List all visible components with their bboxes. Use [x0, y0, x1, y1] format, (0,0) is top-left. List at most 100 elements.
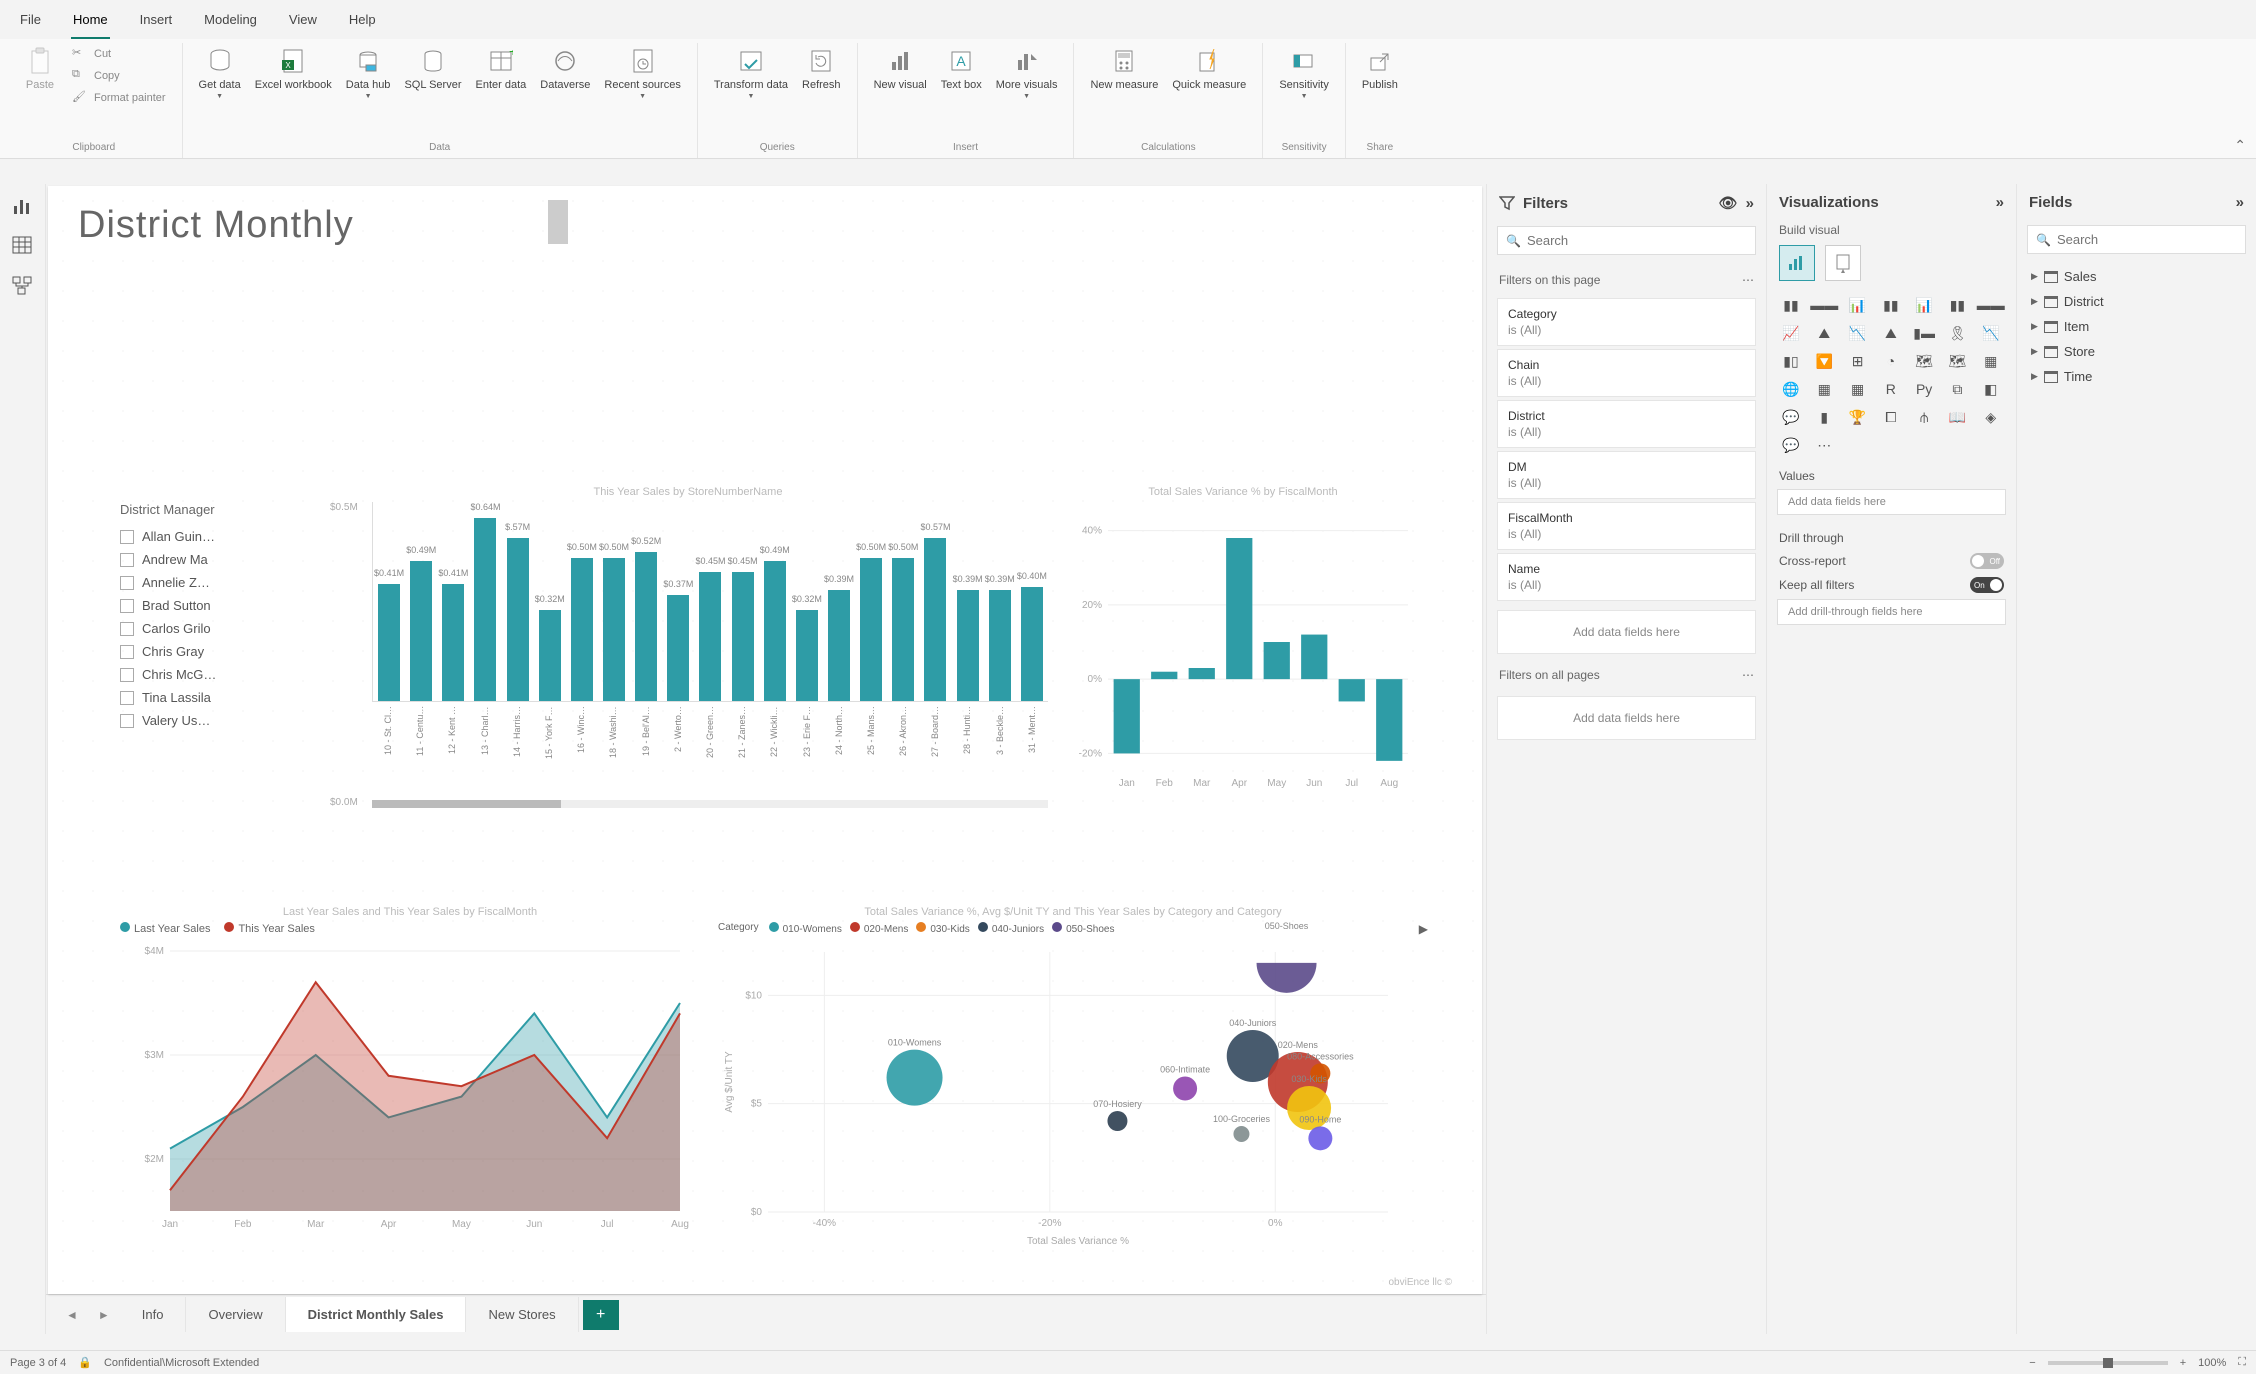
new-measure-button[interactable]: New measure: [1084, 43, 1164, 95]
visual-type-icon[interactable]: 📉: [1844, 321, 1872, 345]
bar[interactable]: $0.45M: [732, 572, 754, 701]
bar[interactable]: [1226, 538, 1252, 679]
visual-type-icon[interactable]: R: [1877, 377, 1905, 401]
field-table[interactable]: ▶District: [2017, 289, 2256, 314]
filter-card[interactable]: FiscalMonthis (All): [1497, 502, 1756, 550]
bar[interactable]: $0.49M: [764, 561, 786, 701]
menu-insert[interactable]: Insert: [138, 6, 175, 39]
zoom-out-button[interactable]: −: [2029, 1357, 2035, 1369]
bar[interactable]: $0.39M: [957, 590, 979, 701]
scatter-point[interactable]: [1107, 1111, 1127, 1131]
drill-field-drop[interactable]: Add drill-through fields here: [1777, 599, 2006, 625]
visual-type-icon[interactable]: 📖: [1943, 405, 1971, 429]
bar[interactable]: $0.41M: [378, 584, 400, 701]
build-visual-tab[interactable]: [1779, 245, 1815, 281]
sensitivity-button[interactable]: Sensitivity▼: [1273, 43, 1335, 104]
field-table[interactable]: ▶Sales: [2017, 264, 2256, 289]
slicer-item[interactable]: Andrew Ma: [120, 548, 300, 571]
visual-type-icon[interactable]: ◈: [1977, 405, 2005, 429]
copy-button[interactable]: ⧉Copy: [66, 65, 172, 87]
collapse-fields-icon[interactable]: »: [2236, 194, 2244, 211]
visual-type-icon[interactable]: 📈: [1777, 321, 1805, 345]
fit-page-button[interactable]: ⛶: [2238, 1356, 2246, 1369]
report-canvas[interactable]: District Monthly District Manager Allan …: [48, 186, 1482, 1294]
fields-search[interactable]: 🔍: [2027, 225, 2246, 254]
visual-type-icon[interactable]: ⛰: [1810, 321, 1838, 345]
visual-type-icon[interactable]: ⋯: [1810, 433, 1838, 457]
paste-button[interactable]: Paste: [16, 43, 64, 95]
bar[interactable]: $0.37M: [667, 595, 689, 701]
bar[interactable]: [1376, 679, 1402, 761]
bar[interactable]: $0.50M: [892, 558, 914, 701]
bar[interactable]: [1264, 642, 1290, 679]
filters-all-more-icon[interactable]: ⋯: [1742, 668, 1754, 682]
zoom-slider[interactable]: [2048, 1361, 2168, 1365]
data-view-icon[interactable]: [12, 236, 34, 258]
visual-type-icon[interactable]: 🗺: [1910, 349, 1938, 373]
tab-overview[interactable]: Overview: [186, 1297, 285, 1332]
scatter-point[interactable]: [1173, 1077, 1197, 1101]
tab-district-monthly[interactable]: District Monthly Sales: [286, 1297, 467, 1332]
visual-type-icon[interactable]: 💬: [1777, 433, 1805, 457]
visual-type-icon[interactable]: 📊: [1844, 293, 1872, 317]
report-view-icon[interactable]: [12, 196, 34, 218]
visual-type-icon[interactable]: ▦: [1810, 377, 1838, 401]
collapse-viz-icon[interactable]: »: [1996, 194, 2004, 211]
bar[interactable]: [1301, 635, 1327, 680]
format-visual-tab[interactable]: [1825, 245, 1861, 281]
keep-filters-toggle[interactable]: On: [1970, 577, 2004, 593]
filter-card[interactable]: Chainis (All): [1497, 349, 1756, 397]
zoom-in-button[interactable]: +: [2180, 1357, 2186, 1369]
recent-sources-button[interactable]: Recent sources▼: [598, 43, 686, 104]
get-data-button[interactable]: Get data▼: [193, 43, 247, 104]
scatter-point[interactable]: [887, 1050, 943, 1106]
bar[interactable]: $0.40M: [1021, 587, 1043, 701]
filter-card[interactable]: Nameis (All): [1497, 553, 1756, 601]
visual-type-icon[interactable]: 🏆: [1844, 405, 1872, 429]
values-field-drop[interactable]: Add data fields here: [1777, 489, 2006, 515]
page-filter-drop[interactable]: Add data fields here: [1497, 610, 1756, 654]
slicer-item[interactable]: Valery Us…: [120, 709, 300, 732]
filters-search-input[interactable]: [1527, 233, 1747, 248]
scatter-point[interactable]: [1233, 1126, 1249, 1142]
collapse-filters-icon[interactable]: »: [1746, 195, 1754, 212]
menu-home[interactable]: Home: [71, 6, 110, 39]
variance-bar-chart[interactable]: Total Sales Variance % by FiscalMonth 40…: [1058, 486, 1428, 826]
visual-type-icon[interactable]: ▬▬: [1810, 293, 1838, 317]
bar[interactable]: [1114, 679, 1140, 753]
excel-button[interactable]: XExcel workbook: [249, 43, 338, 95]
bar[interactable]: $0.39M: [828, 590, 850, 701]
bar[interactable]: $0.52M: [635, 552, 657, 701]
scatter-point[interactable]: [1308, 1126, 1332, 1150]
filters-page-more-icon[interactable]: ⋯: [1742, 273, 1754, 287]
next-page-button[interactable]: ►: [88, 1308, 120, 1322]
bar[interactable]: $0.39M: [989, 590, 1011, 701]
slicer-item[interactable]: Carlos Grilo: [120, 617, 300, 640]
field-table[interactable]: ▶Store: [2017, 339, 2256, 364]
visual-type-icon[interactable]: ⧉: [1943, 377, 1971, 401]
slicer-item[interactable]: Brad Sutton: [120, 594, 300, 617]
prev-page-button[interactable]: ◄: [56, 1308, 88, 1322]
bar[interactable]: $0.50M: [603, 558, 625, 701]
visual-type-icon[interactable]: ▮: [1810, 405, 1838, 429]
visual-type-icon[interactable]: 🎗: [1943, 321, 1971, 345]
visual-type-icon[interactable]: ▦: [1977, 349, 2005, 373]
fields-search-input[interactable]: [2057, 232, 2237, 247]
visual-type-icon[interactable]: ⧠: [1877, 405, 1905, 429]
dataverse-button[interactable]: Dataverse: [534, 43, 596, 95]
filter-card[interactable]: Districtis (All): [1497, 400, 1756, 448]
category-scatter-chart[interactable]: Total Sales Variance %, Avg $/Unit TY an…: [718, 906, 1428, 1294]
ribbon-collapse-button[interactable]: ⌃: [2234, 137, 2246, 154]
slicer-item[interactable]: Chris Gray: [120, 640, 300, 663]
tab-info[interactable]: Info: [120, 1297, 187, 1332]
bar[interactable]: $0.45M: [699, 572, 721, 701]
menu-view[interactable]: View: [287, 6, 319, 39]
slicer-item[interactable]: Annelie Z…: [120, 571, 300, 594]
scatter-point[interactable]: [1257, 963, 1317, 993]
visual-type-icon[interactable]: Py: [1910, 377, 1938, 401]
enter-data-button[interactable]: +Enter data: [470, 43, 533, 95]
filters-search[interactable]: 🔍: [1497, 226, 1756, 255]
bar[interactable]: $0.32M: [539, 610, 561, 701]
menu-modeling[interactable]: Modeling: [202, 6, 259, 39]
visual-type-icon[interactable]: ◧: [1977, 377, 2005, 401]
